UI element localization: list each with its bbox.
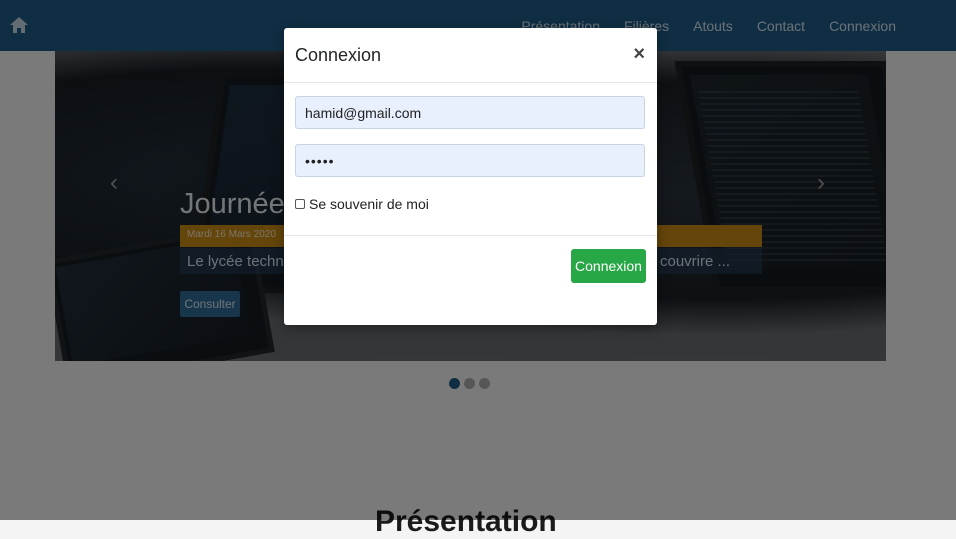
close-button[interactable]: × — [633, 44, 645, 64]
modal-header: Connexion × — [284, 28, 657, 83]
remember-label: Se souvenir de moi — [309, 196, 429, 212]
remember-checkbox[interactable] — [295, 199, 305, 209]
email-field[interactable]: hamid@gmail.com — [295, 96, 645, 129]
modal-divider — [284, 235, 657, 236]
login-submit-button[interactable]: Connexion — [571, 249, 646, 283]
modal-title: Connexion — [295, 45, 382, 65]
password-field[interactable]: ••••• — [295, 144, 645, 177]
remember-me[interactable]: Se souvenir de moi — [295, 196, 429, 212]
login-modal: Connexion × hamid@gmail.com ••••• Se sou… — [284, 28, 657, 325]
